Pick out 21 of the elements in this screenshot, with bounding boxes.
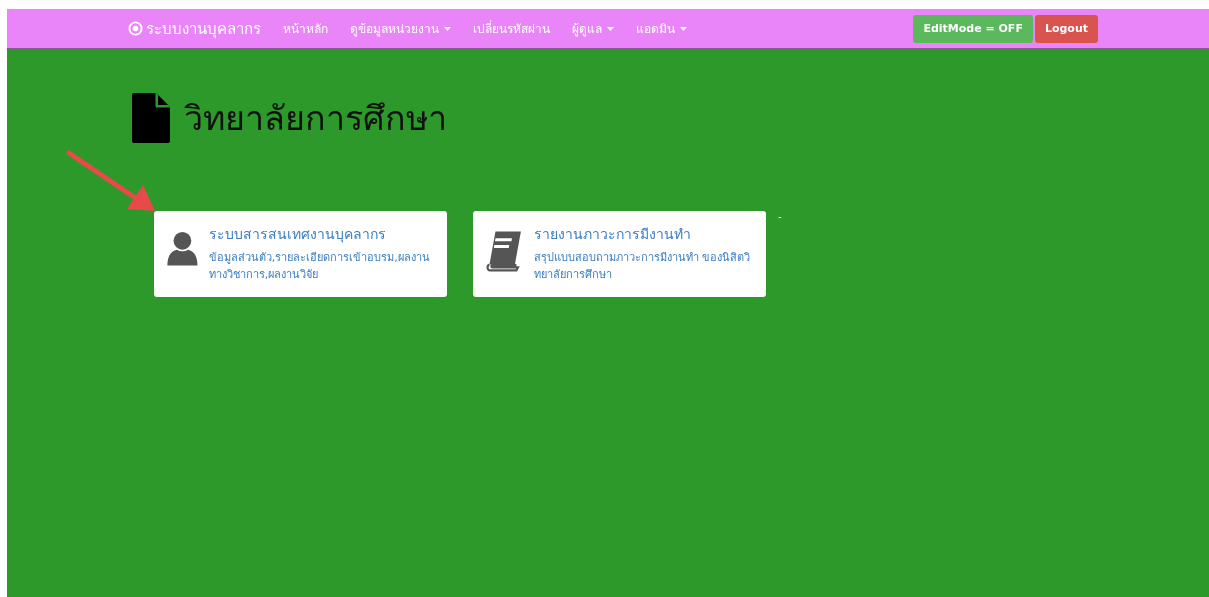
nav-link[interactable]: เปลี่ยนรหัสผ่าน xyxy=(473,19,550,38)
caret-icon xyxy=(607,26,614,31)
caret-icon xyxy=(444,26,451,31)
page-title: วิทยาลัยการศึกษา xyxy=(184,97,447,140)
logout-button[interactable]: Logout xyxy=(1034,14,1098,43)
edit-mode-button[interactable]: EditMode = OFF xyxy=(913,14,1033,43)
nav-link[interactable]: ผู้ดูแล xyxy=(572,19,614,38)
nav-link[interactable]: หน้าหลัก xyxy=(283,19,328,38)
target-icon xyxy=(128,21,143,36)
card-description: สรุปแบบสอบถามภาวะการมีงานทำ ของนิสิตวิทยาลัยการศึกษา xyxy=(533,250,752,283)
brand-link[interactable]: ระบบงานบุคลากร xyxy=(128,16,261,41)
menu-card[interactable]: รายงานภาวะการมีงานทำ สรุปแบบสอบถามภาวะการมีงานทำ ของนิสิตวิทยาลัยการศึกษา xyxy=(473,211,766,297)
menu-card[interactable]: ระบบสารสนเทศงานบุคลากร ข้อมูลส่วนตัว,รายละเอียดการเข้าอบรม,ผลงานทางวิชาการ,ผลงานวิจัย xyxy=(154,211,447,297)
document-icon xyxy=(132,93,170,143)
card-title[interactable]: รายงานภาวะการมีงานทำ xyxy=(533,223,754,245)
card-description: ข้อมูลส่วนตัว,รายละเอียดการเข้าอบรม,ผลงานทางวิชาการ,ผลงานวิจัย xyxy=(208,250,431,283)
nav-link[interactable]: แอดมิน xyxy=(636,19,687,38)
caret-icon xyxy=(680,26,687,31)
nav-link[interactable]: ดูข้อมูลหน่วยงาน xyxy=(350,19,451,38)
card-title[interactable]: ระบบสารสนเทศงานบุคลากร xyxy=(208,223,435,245)
dash-mark: - xyxy=(778,211,782,222)
